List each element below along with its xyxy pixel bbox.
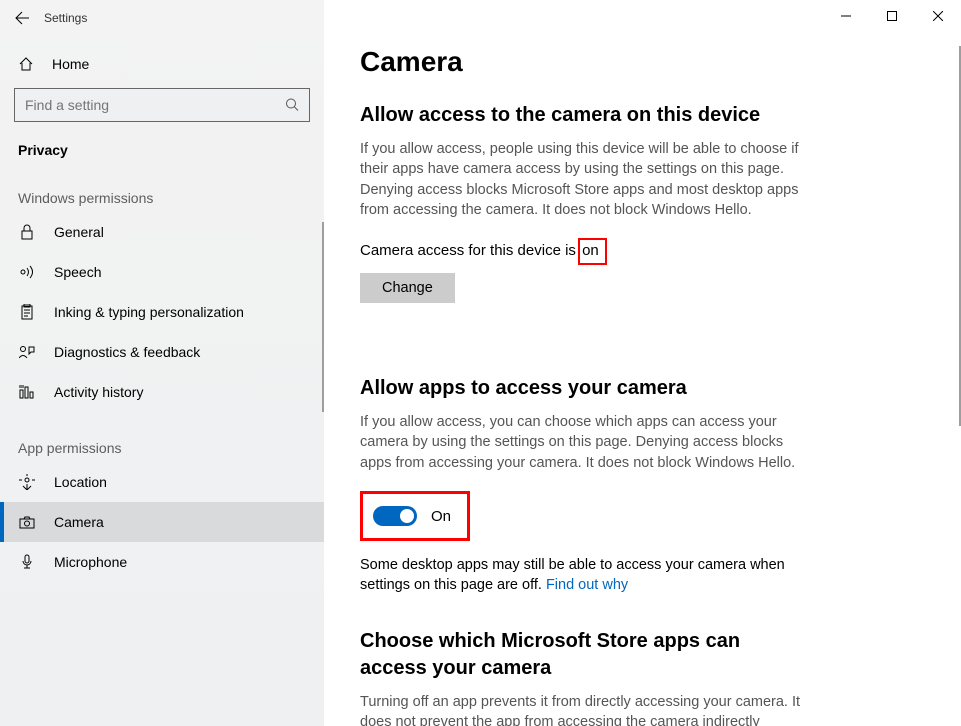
clipboard-icon — [18, 304, 36, 320]
sidebar-item-inking[interactable]: Inking & typing personalization — [0, 292, 324, 332]
sidebar-item-general[interactable]: General — [0, 212, 324, 252]
find-out-why-link[interactable]: Find out why — [546, 577, 628, 593]
nav-label: Diagnostics & feedback — [54, 344, 200, 360]
nav-label: General — [54, 224, 104, 240]
nav-label: Speech — [54, 264, 101, 280]
device-access-status: Camera access for this device is on — [360, 238, 925, 265]
apps-access-toggle[interactable] — [373, 506, 417, 526]
group-windows-permissions: Windows permissions — [0, 162, 324, 212]
nav-label: Activity history — [54, 384, 143, 400]
search-icon — [285, 98, 300, 113]
nav-label: Camera — [54, 514, 104, 530]
microphone-icon — [18, 554, 36, 570]
location-icon — [18, 474, 36, 490]
sidebar: Home Privacy Windows permissions General… — [0, 0, 324, 726]
group-app-permissions: App permissions — [0, 412, 324, 462]
section-body: If you allow access, people using this d… — [360, 139, 810, 220]
desktop-apps-note: Some desktop apps may still be able to a… — [360, 555, 810, 596]
feedback-icon — [18, 345, 36, 359]
toggle-label: On — [431, 508, 451, 525]
sidebar-item-activity[interactable]: Activity history — [0, 372, 324, 412]
page-title: Camera — [360, 46, 925, 78]
window-title: Settings — [44, 11, 87, 25]
section-body: Turning off an app prevents it from dire… — [360, 692, 810, 726]
main-content: Camera Allow access to the camera on thi… — [324, 0, 961, 726]
section-heading-app-access: Allow apps to access your camera — [360, 375, 925, 402]
section-heading-device-access: Allow access to the camera on this devic… — [360, 102, 925, 129]
arrow-left-icon — [14, 10, 30, 26]
section-heading-store-apps: Choose which Microsoft Store apps can ac… — [360, 628, 780, 682]
nav-label: Inking & typing personalization — [54, 304, 244, 320]
sidebar-item-camera[interactable]: Camera — [0, 502, 324, 542]
nav-label: Location — [54, 474, 107, 490]
home-label: Home — [52, 56, 89, 72]
change-button[interactable]: Change — [360, 273, 455, 303]
activity-icon — [18, 385, 36, 399]
home-icon — [18, 56, 34, 72]
nav-label: Microphone — [54, 554, 127, 570]
back-button[interactable] — [0, 0, 44, 36]
search-input[interactable] — [14, 88, 310, 122]
lock-icon — [18, 224, 36, 240]
sidebar-item-diagnostics[interactable]: Diagnostics & feedback — [0, 332, 324, 372]
sidebar-item-location[interactable]: Location — [0, 462, 324, 502]
home-nav[interactable]: Home — [0, 48, 324, 88]
sidebar-item-microphone[interactable]: Microphone — [0, 542, 324, 582]
sidebar-item-speech[interactable]: Speech — [0, 252, 324, 292]
section-body: If you allow access, you can choose whic… — [360, 412, 810, 473]
highlight-status: on — [578, 238, 607, 265]
category-label: Privacy — [0, 134, 324, 162]
highlight-toggle: On — [360, 491, 470, 541]
camera-icon — [18, 516, 36, 529]
speech-icon — [18, 265, 36, 279]
